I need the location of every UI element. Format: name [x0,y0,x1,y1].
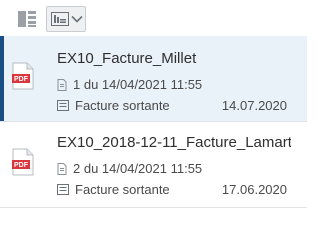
version-info: 1 du 14/04/2021 11:55 [73,77,203,92]
version-document-icon [57,78,67,91]
document-type: Facture sortante [75,182,170,197]
document-type-icon [57,100,69,111]
document-version: 2 du 14/04/2021 11:55 [57,161,202,176]
document-meta: Facture sortante 17.06.2020 [57,182,287,197]
document-row[interactable]: PDF EX10_Facture_Millet 1 du 14/04/2021 … [0,36,307,122]
document-date: 17.06.2020 [221,182,287,197]
document-meta: Facture sortante 14.07.2020 [57,98,287,113]
card-view-icon [51,12,69,26]
document-version: 1 du 14/04/2021 11:55 [57,77,202,92]
chevron-down-icon [71,15,83,23]
version-info: 2 du 14/04/2021 11:55 [73,161,203,176]
document-row[interactable]: PDF EX10_2018-12-11_Facture_Lamart... 2 … [0,122,307,208]
document-list: PDF EX10_Facture_Millet 1 du 14/04/2021 … [0,36,307,208]
svg-text:PDF: PDF [14,162,29,169]
version-document-icon [57,162,67,175]
layout-toggle-button[interactable] [14,6,40,32]
pdf-file-icon: PDF [12,148,34,176]
pdf-file-icon: PDF [12,62,34,90]
svg-text:PDF: PDF [14,76,29,83]
document-type: Facture sortante [75,98,170,113]
layout-toggle-icon [18,11,36,27]
document-type-icon [57,184,69,195]
document-title[interactable]: EX10_Facture_Millet [57,50,291,67]
view-mode-dropdown[interactable] [46,6,86,32]
document-title[interactable]: EX10_2018-12-11_Facture_Lamart... [57,134,291,151]
selection-indicator [0,36,4,121]
document-date: 14.07.2020 [221,98,287,113]
toolbar [0,0,307,36]
